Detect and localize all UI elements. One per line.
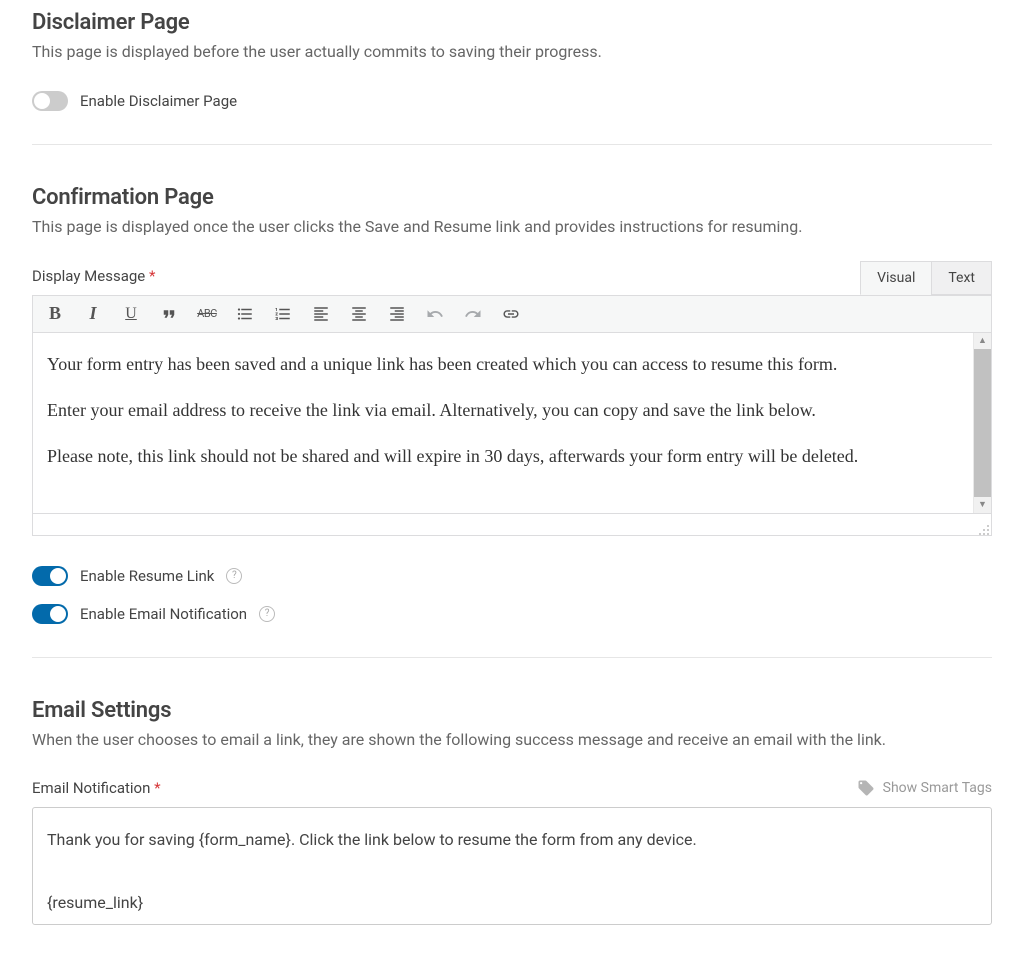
email-notif-toggle-row: Enable Email Notification ? xyxy=(32,604,992,624)
editor-paragraph-3: Please note, this link should not be sha… xyxy=(47,443,959,471)
disclaimer-toggle-row: Enable Disclaimer Page xyxy=(32,91,992,111)
editor-wrap: Visual Text B I U ABC xyxy=(32,295,992,536)
show-smart-tags-button[interactable]: Show Smart Tags xyxy=(857,779,992,797)
email-settings-desc: When the user chooses to email a link, t… xyxy=(32,729,992,751)
resume-link-toggle[interactable] xyxy=(32,566,68,586)
display-message-label: Display Message * xyxy=(32,267,992,285)
align-left-button[interactable] xyxy=(311,304,331,324)
resume-link-toggle-row: Enable Resume Link ? xyxy=(32,566,992,586)
editor-toolbar: B I U ABC xyxy=(33,296,991,333)
editor-tabs: Visual Text xyxy=(860,261,992,295)
scroll-track[interactable] xyxy=(974,349,991,497)
scroll-down-arrow-icon[interactable]: ▼ xyxy=(974,497,991,513)
tab-text[interactable]: Text xyxy=(931,261,992,295)
editor-statusbar xyxy=(33,513,991,535)
email-settings-section: Email Settings When the user chooses to … xyxy=(32,698,992,958)
editor-content-wrap: Your form entry has been saved and a uni… xyxy=(33,333,991,513)
resize-handle-icon[interactable] xyxy=(977,521,989,533)
disclaimer-toggle-label: Enable Disclaimer Page xyxy=(80,92,237,110)
scroll-up-arrow-icon[interactable]: ▲ xyxy=(974,333,991,349)
editor-scrollbar[interactable]: ▲ ▼ xyxy=(973,333,991,513)
numbered-list-button[interactable] xyxy=(273,304,293,324)
email-settings-title: Email Settings xyxy=(32,698,992,723)
tag-icon xyxy=(857,779,875,797)
tab-visual[interactable]: Visual xyxy=(860,261,931,295)
email-notif-field-row: Email Notification * Show Smart Tags xyxy=(32,779,992,797)
strikethrough-button[interactable]: ABC xyxy=(197,304,217,324)
align-right-button[interactable] xyxy=(387,304,407,324)
align-center-button[interactable] xyxy=(349,304,369,324)
editor-paragraph-1: Your form entry has been saved and a uni… xyxy=(47,351,959,379)
disclaimer-section: Disclaimer Page This page is displayed b… xyxy=(32,10,992,145)
blockquote-button[interactable] xyxy=(159,304,179,324)
undo-button[interactable] xyxy=(425,304,445,324)
email-notification-textarea[interactable]: Thank you for saving {form_name}. Click … xyxy=(32,807,992,925)
bold-button[interactable]: B xyxy=(45,304,65,324)
editor-content[interactable]: Your form entry has been saved and a uni… xyxy=(33,333,973,513)
confirmation-section: Confirmation Page This page is displayed… xyxy=(32,185,992,657)
underline-button[interactable]: U xyxy=(121,304,141,324)
editor-box: B I U ABC xyxy=(32,295,992,536)
help-icon[interactable]: ? xyxy=(259,606,275,622)
italic-button[interactable]: I xyxy=(83,304,103,324)
email-notif-label: Email Notification * xyxy=(32,779,161,797)
bulleted-list-button[interactable] xyxy=(235,304,255,324)
disclaimer-title: Disclaimer Page xyxy=(32,10,992,35)
confirmation-desc: This page is displayed once the user cli… xyxy=(32,216,992,238)
email-notif-toggle[interactable] xyxy=(32,604,68,624)
help-icon[interactable]: ? xyxy=(226,568,242,584)
resume-link-toggle-label: Enable Resume Link xyxy=(80,567,214,585)
disclaimer-toggle[interactable] xyxy=(32,91,68,111)
confirmation-title: Confirmation Page xyxy=(32,185,992,210)
link-button[interactable] xyxy=(501,304,521,324)
editor-paragraph-2: Enter your email address to receive the … xyxy=(47,397,959,425)
disclaimer-desc: This page is displayed before the user a… xyxy=(32,41,992,63)
email-notif-toggle-label: Enable Email Notification xyxy=(80,605,247,623)
redo-button[interactable] xyxy=(463,304,483,324)
